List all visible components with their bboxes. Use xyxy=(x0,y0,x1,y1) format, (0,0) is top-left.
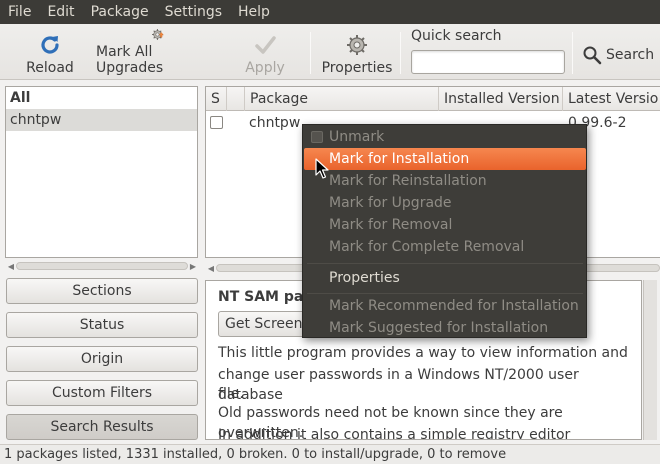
description-line: This little program provides a way to vi… xyxy=(218,345,628,361)
description-line: file. xyxy=(218,386,244,402)
menu-item-mark-for-reinstallation[interactable]: Mark for Reinstallation xyxy=(304,170,586,192)
scroll-left-icon[interactable]: ◀ xyxy=(206,264,216,273)
custom-filters-button[interactable]: Custom Filters xyxy=(6,380,198,406)
menu-edit[interactable]: Edit xyxy=(39,0,82,24)
menu-item-mark-for-removal[interactable]: Mark for Removal xyxy=(304,214,586,236)
quick-search-label: Quick search xyxy=(411,28,502,44)
description-line: In addition it also contains a simple re… xyxy=(218,427,571,440)
column-installed-version[interactable]: Installed Version xyxy=(439,87,563,111)
checkmark-icon xyxy=(255,36,276,54)
filter-list-hscrollbar[interactable]: ◀ ▶ xyxy=(6,260,198,272)
scroll-right-icon[interactable]: ▶ xyxy=(188,262,198,271)
menu-package[interactable]: Package xyxy=(83,0,157,24)
mark-all-upgrades-button[interactable]: Mark All Upgrades xyxy=(96,28,220,76)
gear-upgrade-icon xyxy=(152,29,164,40)
quick-search-input[interactable] xyxy=(411,50,565,74)
mark-all-upgrades-label: Mark All Upgrades xyxy=(96,44,164,76)
search-icon xyxy=(583,46,602,65)
menu-separator xyxy=(307,263,583,264)
scroll-trough[interactable] xyxy=(16,262,188,270)
menu-item-mark-for-installation[interactable]: Mark for Installation xyxy=(304,148,586,170)
menu-separator xyxy=(307,293,583,294)
apply-button[interactable]: Apply xyxy=(244,28,286,76)
menu-settings[interactable]: Settings xyxy=(157,0,230,24)
reload-icon xyxy=(41,36,59,54)
column-support[interactable] xyxy=(227,87,245,111)
toolbar-separator xyxy=(400,32,401,74)
context-menu: Unmark Mark for Installation Mark for Re… xyxy=(302,124,587,338)
table-header: S Package Installed Version Latest Versi… xyxy=(206,87,660,111)
toolbar: Reload Mark All Upgrades Apply Propertie… xyxy=(0,24,660,80)
status-button[interactable]: Status xyxy=(6,312,198,338)
package-checkbox[interactable] xyxy=(210,116,223,129)
search-button[interactable]: Search xyxy=(582,42,654,68)
properties-label: Properties xyxy=(321,60,393,76)
properties-button[interactable]: Properties xyxy=(321,28,393,76)
filter-item-chntpw[interactable]: chntpw xyxy=(6,109,197,131)
toolbar-separator xyxy=(572,32,573,74)
status-bar: 1 packages listed, 1331 installed, 0 bro… xyxy=(0,444,660,464)
scroll-left-icon[interactable]: ◀ xyxy=(6,262,16,271)
apply-label: Apply xyxy=(245,60,285,76)
mouse-cursor-icon xyxy=(315,158,329,179)
menu-item-mark-for-upgrade[interactable]: Mark for Upgrade xyxy=(304,192,586,214)
toolbar-separator xyxy=(310,32,311,74)
search-label: Search xyxy=(606,47,655,63)
menu-item-mark-recommended[interactable]: Mark Recommended for Installation xyxy=(304,295,586,317)
menu-item-mark-for-complete-removal[interactable]: Mark for Complete Removal xyxy=(304,236,586,258)
checkbox-icon xyxy=(311,131,323,143)
filter-item-all[interactable]: All xyxy=(6,87,197,109)
menu-help[interactable]: Help xyxy=(230,0,278,24)
package-summary-title: NT SAM pas xyxy=(218,289,312,305)
sections-button[interactable]: Sections xyxy=(6,278,198,304)
details-vscrollbar[interactable] xyxy=(643,280,657,440)
menu-item-mark-suggested[interactable]: Mark Suggested for Installation xyxy=(304,317,586,339)
reload-label: Reload xyxy=(26,60,74,76)
menu-bar: File Edit Package Settings Help xyxy=(0,0,660,24)
gear-icon xyxy=(347,35,367,55)
menu-file[interactable]: File xyxy=(0,0,39,24)
search-results-button[interactable]: Search Results xyxy=(6,414,198,440)
menu-item-unmark[interactable]: Unmark xyxy=(304,126,586,148)
reload-button[interactable]: Reload xyxy=(26,28,74,76)
origin-button[interactable]: Origin xyxy=(6,346,198,372)
package-name: chntpw xyxy=(249,115,301,131)
column-status[interactable]: S xyxy=(206,87,227,111)
column-package[interactable]: Package xyxy=(245,87,439,111)
column-latest-version[interactable]: Latest Versio xyxy=(563,87,660,111)
menu-item-label: Unmark xyxy=(329,129,385,145)
menu-item-properties[interactable]: Properties xyxy=(304,267,586,289)
filter-list: All chntpw xyxy=(5,86,198,258)
